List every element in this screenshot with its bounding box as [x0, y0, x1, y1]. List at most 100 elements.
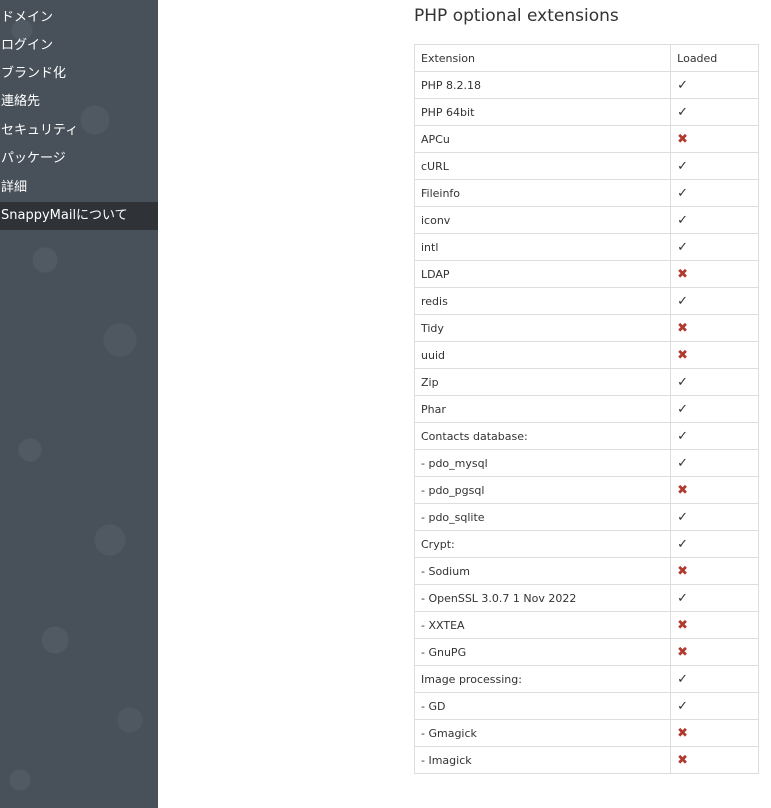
table-row: uuid ✖ — [413, 341, 759, 369]
sidebar-item-domains[interactable]: ドメイン — [0, 4, 158, 32]
loaded-cell: ✓ — [670, 233, 759, 261]
cross-icon: ✖ — [677, 266, 689, 282]
check-icon: ✓ — [677, 590, 689, 606]
loaded-cell: ✓ — [670, 503, 759, 531]
sidebar-item-details[interactable]: 詳細 — [0, 174, 158, 202]
page-title: PHP optional extensions — [414, 6, 619, 26]
table-row: APCu ✖ — [413, 125, 759, 153]
header-loaded: Loaded — [670, 44, 759, 72]
cross-icon: ✖ — [677, 725, 689, 741]
extension-name: - pdo_sqlite — [413, 503, 672, 531]
extension-name: - GnuPG — [413, 638, 672, 666]
loaded-cell: ✖ — [670, 611, 759, 639]
table-row: cURL ✓ — [413, 152, 759, 180]
table-row: - GnuPG ✖ — [413, 638, 759, 666]
loaded-cell: ✓ — [670, 368, 759, 396]
loaded-cell: ✓ — [670, 287, 759, 315]
loaded-cell: ✓ — [670, 422, 759, 450]
sidebar-item-packages[interactable]: パッケージ — [0, 145, 158, 173]
sidebar-item-login[interactable]: ログイン — [0, 32, 158, 60]
loaded-cell: ✓ — [670, 71, 759, 99]
extension-name: uuid — [413, 341, 672, 369]
extension-name: PHP 8.2.18 — [413, 71, 672, 99]
extension-name: intl — [413, 233, 672, 261]
loaded-cell: ✓ — [670, 98, 759, 126]
table-row: - Imagick ✖ — [413, 746, 759, 774]
extension-name: Fileinfo — [413, 179, 672, 207]
check-icon: ✓ — [677, 509, 689, 525]
table-row: Tidy ✖ — [413, 314, 759, 342]
sidebar-item-contacts[interactable]: 連絡先 — [0, 88, 158, 116]
check-icon: ✓ — [677, 77, 689, 93]
loaded-cell: ✖ — [670, 260, 759, 288]
extension-name: - pdo_pgsql — [413, 476, 672, 504]
check-icon: ✓ — [677, 698, 689, 714]
loaded-cell: ✖ — [670, 341, 759, 369]
loaded-cell: ✓ — [670, 584, 759, 612]
loaded-cell: ✖ — [670, 125, 759, 153]
loaded-cell: ✓ — [670, 665, 759, 693]
table-row: PHP 8.2.18 ✓ — [413, 71, 759, 99]
extension-name: - Sodium — [413, 557, 672, 585]
sidebar-item-security[interactable]: セキュリティ — [0, 117, 158, 145]
extension-name: Phar — [413, 395, 672, 423]
extension-name: PHP 64bit — [413, 98, 672, 126]
check-icon: ✓ — [677, 428, 689, 444]
check-icon: ✓ — [677, 185, 689, 201]
table-row: - pdo_mysql ✓ — [413, 449, 759, 477]
loaded-cell: ✓ — [670, 530, 759, 558]
extension-name: - Imagick — [413, 746, 672, 774]
check-icon: ✓ — [677, 671, 689, 687]
loaded-cell: ✖ — [670, 314, 759, 342]
table-header-row: Extension Loaded — [413, 44, 759, 72]
extension-name: Crypt: — [413, 530, 672, 558]
table-row: - XXTEA ✖ — [413, 611, 759, 639]
check-icon: ✓ — [677, 455, 689, 471]
extension-name: redis — [413, 287, 672, 315]
table-row: - pdo_pgsql ✖ — [413, 476, 759, 504]
sidebar-item-about[interactable]: SnappyMailについて — [0, 202, 158, 230]
table-row: LDAP ✖ — [413, 260, 759, 288]
table-row: - GD ✓ — [413, 692, 759, 720]
table-row: - pdo_sqlite ✓ — [413, 503, 759, 531]
check-icon: ✓ — [677, 293, 689, 309]
table-row: Contacts database: ✓ — [413, 422, 759, 450]
loaded-cell: ✖ — [670, 557, 759, 585]
table-row: - Gmagick ✖ — [413, 719, 759, 747]
table-row: Image processing: ✓ — [413, 665, 759, 693]
loaded-cell: ✓ — [670, 206, 759, 234]
header-extension: Extension — [413, 44, 672, 72]
extension-name: - OpenSSL 3.0.7 1 Nov 2022 — [413, 584, 672, 612]
table-row: Fileinfo ✓ — [413, 179, 759, 207]
table-row: - OpenSSL 3.0.7 1 Nov 2022 ✓ — [413, 584, 759, 612]
extension-name: - Gmagick — [413, 719, 672, 747]
check-icon: ✓ — [677, 104, 689, 120]
table-row: - Sodium ✖ — [413, 557, 759, 585]
loaded-cell: ✓ — [670, 152, 759, 180]
table-row: iconv ✓ — [413, 206, 759, 234]
cross-icon: ✖ — [677, 563, 689, 579]
cross-icon: ✖ — [677, 482, 689, 498]
cross-icon: ✖ — [677, 752, 689, 768]
loaded-cell: ✖ — [670, 746, 759, 774]
loaded-cell: ✓ — [670, 179, 759, 207]
sidebar: ドメイン ログイン ブランド化 連絡先 セキュリティ パッケージ 詳細 Snap… — [0, 0, 158, 808]
table-row: redis ✓ — [413, 287, 759, 315]
table-row: intl ✓ — [413, 233, 759, 261]
loaded-cell: ✓ — [670, 449, 759, 477]
extensions-table: Extension Loaded PHP 8.2.18 ✓ PHP 64bit ✓ AP… — [413, 44, 759, 774]
extension-name: - GD — [413, 692, 672, 720]
extension-name: Tidy — [413, 314, 672, 342]
cross-icon: ✖ — [677, 131, 689, 147]
loaded-cell: ✓ — [670, 692, 759, 720]
loaded-cell: ✖ — [670, 638, 759, 666]
table-row: Phar ✓ — [413, 395, 759, 423]
check-icon: ✓ — [677, 212, 689, 228]
cross-icon: ✖ — [677, 644, 689, 660]
sidebar-item-branding[interactable]: ブランド化 — [0, 60, 158, 88]
table-row: PHP 64bit ✓ — [413, 98, 759, 126]
extension-name: cURL — [413, 152, 672, 180]
cross-icon: ✖ — [677, 617, 689, 633]
extension-name: Zip — [413, 368, 672, 396]
extension-name: Image processing: — [413, 665, 672, 693]
